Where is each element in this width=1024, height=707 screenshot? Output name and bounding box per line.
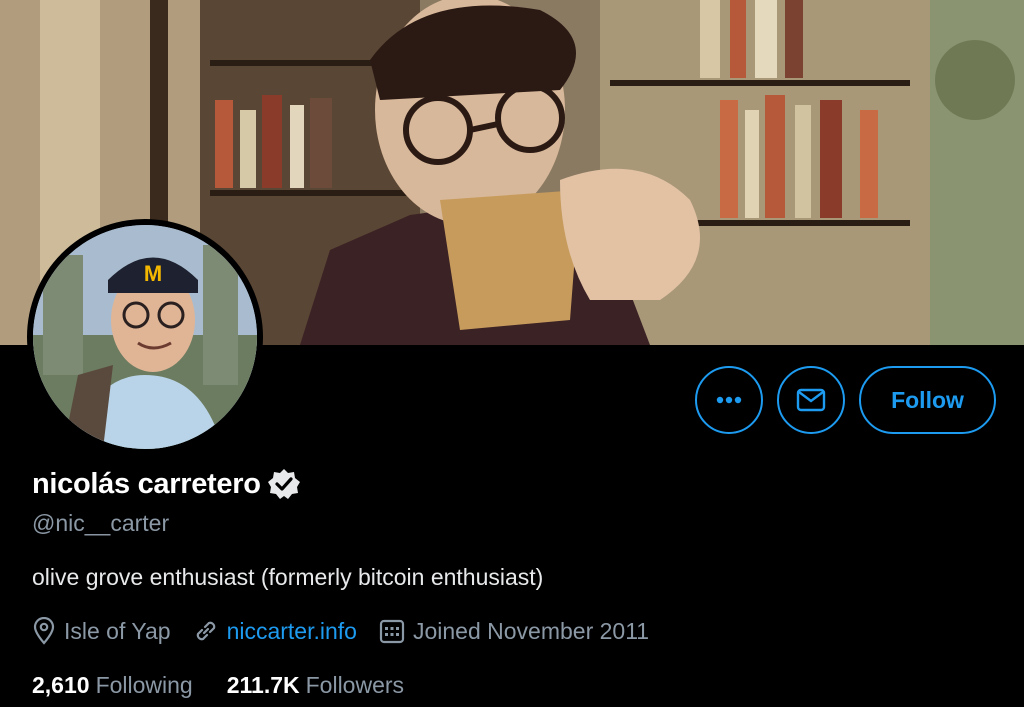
joined-item: Joined November 2011 (379, 618, 649, 645)
followers-count: 211.7K (226, 672, 300, 698)
name-row: nicolás carretero (32, 467, 301, 501)
followers-label: Followers (305, 672, 405, 698)
website-item[interactable]: niccarter.info (193, 618, 357, 645)
ellipsis-icon (716, 396, 742, 404)
display-name: nicolás carretero (32, 467, 261, 500)
profile-avatar[interactable]: M (27, 219, 263, 455)
envelope-icon (796, 388, 826, 412)
location-pin-icon (33, 617, 55, 645)
location-text: Isle of Yap (64, 617, 171, 644)
following-stat[interactable]: 2,610 Following (32, 672, 193, 699)
link-icon (196, 621, 215, 641)
joined-text: Joined November 2011 (412, 617, 650, 644)
more-options-button[interactable] (695, 366, 763, 434)
calendar-icon (379, 619, 405, 644)
profile-handle: @nic__carter (32, 510, 170, 536)
location-item: Isle of Yap (32, 617, 171, 645)
followers-stat[interactable]: 211.7K Followers (227, 672, 404, 699)
follow-button[interactable]: Follow (859, 366, 996, 434)
profile-bio: olive grove enthusiast (formerly bitcoin… (32, 564, 544, 590)
profile-stats: 2,610 Following 211.7K Followers (32, 672, 438, 699)
following-label: Following (95, 672, 193, 698)
verified-badge-icon (267, 469, 300, 499)
website-link[interactable]: niccarter.info (227, 618, 357, 645)
svg-text:M: M (144, 261, 162, 286)
profile-photo: M (33, 225, 257, 449)
profile-meta: Isle of Yap niccarter.info Joined Novemb… (32, 617, 671, 645)
message-button[interactable] (777, 366, 845, 434)
following-count: 2,610 (32, 672, 90, 698)
